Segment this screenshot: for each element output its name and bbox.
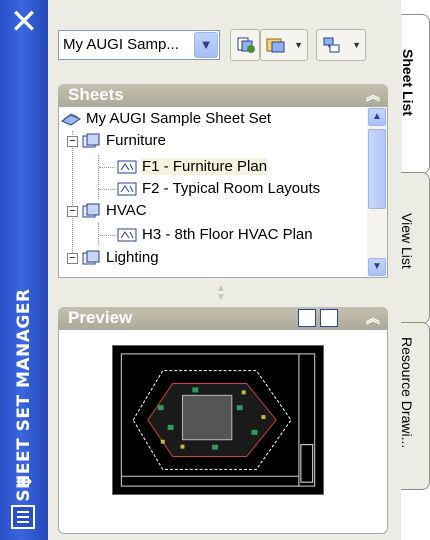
collapse-lighting-icon[interactable]: − — [67, 253, 78, 264]
preview-panel-header[interactable]: Preview ︽ — [58, 307, 388, 329]
subset-icon — [82, 250, 100, 265]
tab-resource-drawings[interactable]: Resource Drawi... — [399, 322, 430, 490]
collapse-icon[interactable]: ︽ — [366, 307, 380, 329]
tab-label: Sheet List — [400, 49, 416, 116]
tree-root-label: My AUGI Sample Sheet Set — [86, 110, 272, 127]
panel-splitter[interactable]: ▲ ▼ — [214, 284, 228, 303]
sheet-icon — [117, 160, 137, 174]
drawing-thumbnail — [112, 345, 324, 495]
tree-item-label: Furniture — [106, 132, 167, 149]
collapse-icon[interactable]: ︽ — [366, 84, 380, 106]
tree-scrollbar[interactable]: ▲ ▼ — [367, 107, 387, 277]
sheet-set-value: My AUGI Samp... — [63, 36, 179, 53]
autohide-icon[interactable]: ⇹ — [9, 468, 39, 494]
tree-item-f2-typical-room-layouts[interactable]: F2 - Typical Room Layouts — [117, 178, 320, 200]
close-icon[interactable]: ✕ — [5, 4, 43, 40]
subset-icon — [82, 203, 100, 218]
publish-icon — [237, 37, 255, 53]
subset-icon — [82, 133, 100, 148]
chevron-down-icon[interactable]: ▼ — [352, 30, 361, 60]
sheets-panel-title: Sheets — [68, 85, 124, 104]
sheets-panel-header[interactable]: Sheets ︽ — [58, 84, 388, 106]
tree-item-f1-furniture-plan[interactable]: F1 - Furniture Plan — [117, 156, 268, 178]
tree-item-lighting[interactable]: Lighting — [81, 247, 159, 269]
collapse-hvac-icon[interactable]: − — [67, 206, 78, 217]
tree-item-label: F1 - Furniture Plan — [142, 158, 268, 175]
sheet-tree: My AUGI Sample Sheet Set − Furniture F1 … — [58, 106, 388, 278]
sheetset-icon — [266, 38, 285, 53]
chevron-down-icon[interactable]: ▼ — [194, 32, 218, 58]
preview-panel — [58, 329, 388, 534]
tree-item-hvac[interactable]: HVAC — [81, 200, 147, 222]
title-bar: ✕ SHEET SET MANAGER ⇹ — [0, 0, 48, 540]
model-view-button[interactable]: ▼ — [316, 29, 366, 61]
tree-item-label: Lighting — [106, 249, 159, 266]
scroll-thumb[interactable] — [368, 129, 386, 209]
sheet-icon — [117, 228, 137, 242]
tree-item-label: HVAC — [106, 202, 147, 219]
tab-label: Resource Drawi... — [399, 337, 415, 449]
properties-icon[interactable] — [11, 505, 35, 529]
tree-item-h3-8th-floor-hvac-plan[interactable]: H3 - 8th Floor HVAC Plan — [117, 224, 313, 246]
model-view-icon — [323, 37, 340, 53]
preview-details-icon[interactable] — [298, 309, 316, 327]
tree-item-label: H3 - 8th Floor HVAC Plan — [142, 226, 313, 243]
tab-sheet-list[interactable]: Sheet List — [400, 14, 430, 174]
sheet-set-dropdown[interactable]: My AUGI Samp... ▼ — [58, 30, 220, 60]
tab-view-list[interactable]: View List — [399, 172, 430, 324]
collapse-furniture-icon[interactable]: − — [67, 136, 78, 147]
chevron-down-icon[interactable]: ▼ — [294, 30, 303, 60]
preview-panel-title: Preview — [68, 308, 133, 327]
scroll-up-icon[interactable]: ▲ — [368, 108, 386, 126]
tree-item-label: F2 - Typical Room Layouts — [142, 180, 321, 197]
publish-button[interactable] — [230, 29, 260, 61]
sheet-set-manager-button[interactable]: ▼ — [260, 29, 308, 61]
sheet-set-icon — [61, 113, 81, 126]
main-panel: My AUGI Samp... ▼ ▼ ▼ Sheets ︽ My AUGI S… — [48, 0, 401, 540]
scroll-down-icon[interactable]: ▼ — [368, 258, 386, 276]
preview-zoom-icon[interactable] — [320, 309, 338, 327]
tree-root[interactable]: My AUGI Sample Sheet Set — [61, 108, 271, 130]
tab-label: View List — [399, 213, 415, 269]
sheet-icon — [117, 182, 137, 196]
tree-item-furniture[interactable]: Furniture — [81, 130, 166, 152]
tab-strip: Sheet List View List Resource Drawi... — [399, 0, 430, 540]
